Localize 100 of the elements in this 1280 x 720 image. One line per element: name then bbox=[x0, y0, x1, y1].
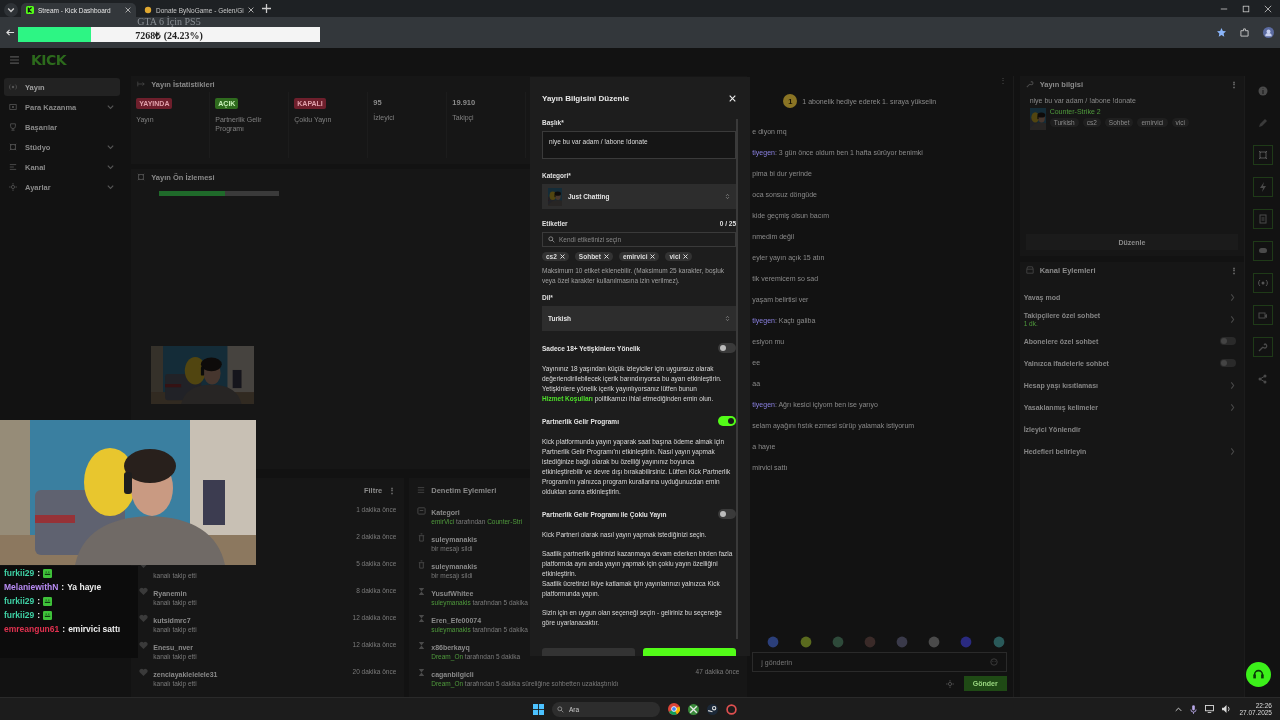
chat-separator: : bbox=[37, 596, 41, 606]
close-icon bbox=[650, 254, 656, 259]
close-icon bbox=[603, 254, 609, 259]
wallet-icon bbox=[9, 103, 17, 111]
hourglass-icon bbox=[417, 668, 427, 677]
heart-icon bbox=[139, 641, 149, 650]
emote-icon bbox=[43, 568, 53, 578]
sort-icon bbox=[725, 193, 730, 200]
menu-icon[interactable] bbox=[10, 56, 19, 64]
emote-icon[interactable] bbox=[992, 636, 1005, 648]
chat-icon[interactable] bbox=[1257, 246, 1268, 256]
toggle-switch[interactable] bbox=[1220, 337, 1237, 345]
frame-icon bbox=[137, 173, 146, 181]
info-icon[interactable] bbox=[1257, 86, 1268, 96]
chat-separator: : bbox=[62, 624, 66, 634]
close-icon bbox=[559, 254, 565, 259]
close-icon[interactable] bbox=[125, 7, 131, 13]
chat-separator: : bbox=[37, 610, 41, 620]
pencil-icon[interactable] bbox=[1257, 118, 1268, 128]
xbox-icon[interactable] bbox=[688, 703, 699, 715]
star-icon[interactable] bbox=[1217, 28, 1226, 37]
bolt-icon[interactable] bbox=[1257, 182, 1268, 192]
chat-username: MelaniewithN bbox=[4, 582, 59, 592]
chat-text: Ya hayıe bbox=[67, 582, 102, 592]
search-icon bbox=[557, 705, 564, 713]
chat-separator: : bbox=[37, 568, 41, 578]
kick-logo[interactable]: KICK bbox=[31, 52, 67, 68]
chat-separator: : bbox=[61, 582, 65, 592]
donation-title: GTA 6 İçin PS5 bbox=[137, 16, 201, 27]
toggle-switch[interactable] bbox=[718, 343, 736, 353]
donation-amount: 7268₺ (24.23%) bbox=[134, 29, 204, 42]
emote-icon[interactable] bbox=[767, 636, 780, 648]
broadcast-icon[interactable] bbox=[1257, 278, 1268, 288]
avatar-icon[interactable] bbox=[1263, 27, 1274, 38]
help-button[interactable] bbox=[1246, 662, 1271, 687]
heart-icon bbox=[139, 614, 149, 623]
trash-icon bbox=[417, 533, 427, 542]
puzzle-icon[interactable] bbox=[1240, 28, 1249, 37]
app-icon[interactable] bbox=[726, 703, 737, 715]
steam-icon[interactable] bbox=[707, 703, 718, 715]
chevron-right-icon bbox=[1229, 446, 1237, 456]
chrome-icon[interactable] bbox=[668, 703, 680, 715]
sort-icon bbox=[725, 315, 730, 322]
settings-icon bbox=[9, 183, 17, 191]
chat-text: emirvici sattı bbox=[68, 624, 121, 634]
emote-icon[interactable] bbox=[960, 636, 973, 648]
settings-icon[interactable] bbox=[945, 679, 954, 688]
headset-icon bbox=[1252, 668, 1265, 681]
back-icon[interactable] bbox=[6, 28, 15, 37]
microphone-icon[interactable] bbox=[1190, 704, 1198, 714]
category-icon bbox=[417, 506, 427, 515]
heart-icon bbox=[139, 587, 149, 596]
close-icon[interactable] bbox=[247, 7, 254, 13]
monitor-icon[interactable] bbox=[1205, 705, 1215, 713]
hourglass-icon bbox=[417, 587, 427, 596]
smiley-icon[interactable] bbox=[989, 658, 998, 666]
emote-icon[interactable] bbox=[831, 636, 844, 648]
dialog-title: Yayın Bilgisini Düzenle bbox=[542, 93, 630, 103]
windows-icon[interactable] bbox=[533, 703, 544, 715]
chevron-right-icon bbox=[1229, 314, 1237, 324]
new-tab-icon[interactable] bbox=[261, 4, 271, 13]
hourglass-icon bbox=[417, 641, 427, 650]
emote-icon bbox=[43, 610, 53, 620]
chevron-right-icon bbox=[1229, 292, 1237, 302]
chevron-right-icon bbox=[1229, 380, 1237, 390]
share-icon[interactable] bbox=[1257, 374, 1268, 384]
maximize-icon[interactable] bbox=[1242, 4, 1250, 13]
speaker-icon[interactable] bbox=[1222, 705, 1232, 713]
chevron-right-icon bbox=[1229, 402, 1237, 412]
emote-icon[interactable] bbox=[799, 636, 812, 648]
camera-icon[interactable] bbox=[1257, 310, 1268, 320]
chat-username: furkii29 bbox=[4, 568, 35, 578]
list-icon bbox=[417, 486, 426, 494]
toggle-switch[interactable] bbox=[1220, 359, 1237, 367]
document-icon[interactable] bbox=[1257, 214, 1268, 224]
caret-up-icon[interactable] bbox=[1175, 705, 1183, 713]
emote-icon bbox=[43, 596, 53, 606]
emote-icon[interactable] bbox=[896, 636, 909, 648]
dropdown-icon[interactable] bbox=[4, 3, 18, 17]
k-icon bbox=[26, 6, 34, 14]
close-button[interactable] bbox=[729, 94, 736, 102]
emote-icon[interactable] bbox=[928, 636, 941, 648]
toggle-switch[interactable] bbox=[718, 416, 736, 426]
broadcast-icon bbox=[9, 83, 17, 91]
search-icon bbox=[548, 236, 555, 243]
chat-username: emreangun61 bbox=[4, 624, 60, 634]
wrench-icon[interactable] bbox=[1257, 342, 1268, 352]
heart-icon bbox=[139, 668, 149, 677]
trophy-icon bbox=[9, 123, 17, 131]
wrench-icon bbox=[1025, 80, 1034, 88]
arrows-icon bbox=[137, 80, 146, 88]
chat-username: furkii29 bbox=[4, 596, 35, 606]
frame-icon bbox=[9, 143, 17, 151]
lines-icon bbox=[9, 163, 17, 171]
hourglass-icon bbox=[417, 614, 427, 623]
close-icon bbox=[683, 254, 689, 259]
toggle-switch[interactable] bbox=[718, 509, 736, 519]
close-icon[interactable] bbox=[1264, 4, 1272, 13]
coin-icon bbox=[144, 6, 152, 14]
frame-icon[interactable] bbox=[1257, 150, 1268, 160]
